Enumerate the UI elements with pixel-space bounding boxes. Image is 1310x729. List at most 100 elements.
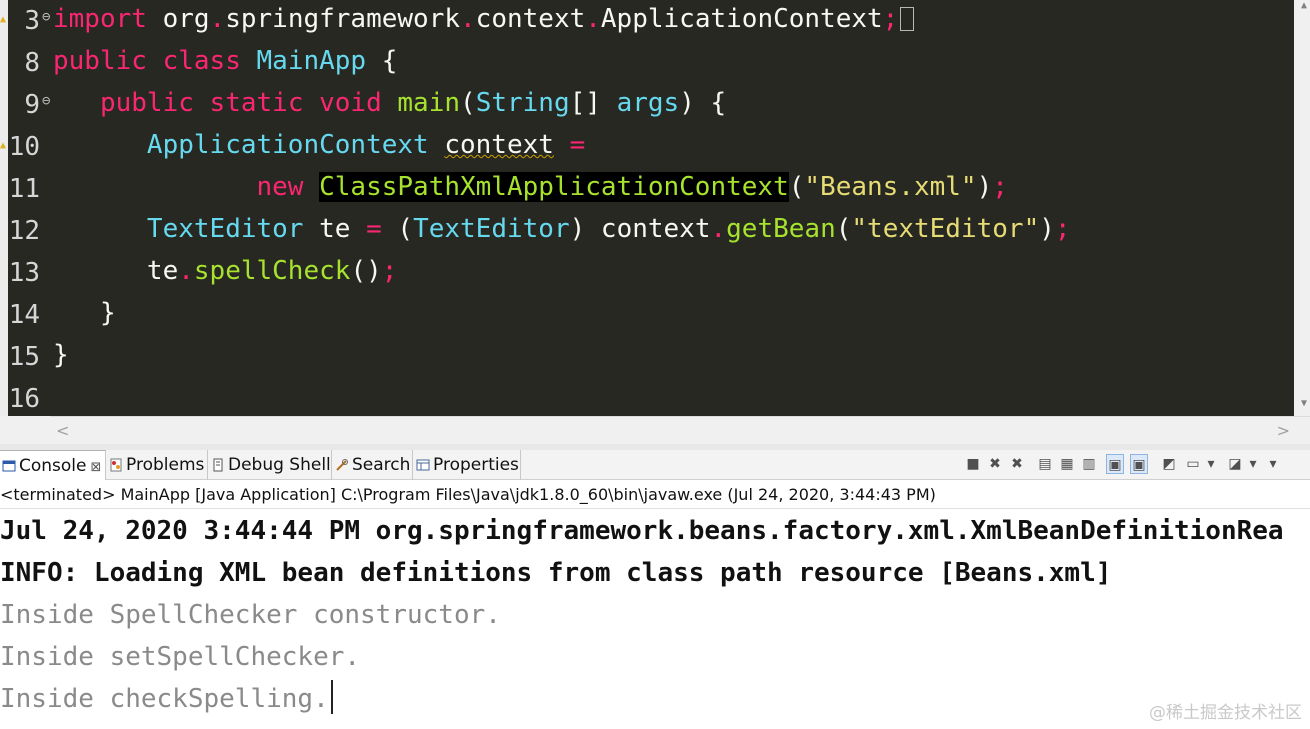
remove-all-terminated-icon[interactable]: ✖ — [1008, 454, 1026, 474]
code-token: TextEditor — [413, 214, 570, 244]
scrollbar-corner — [0, 416, 50, 444]
code-token: ) context — [569, 214, 711, 244]
scroll-up-icon[interactable]: ▲ — [1301, 0, 1307, 11]
code-token: MainApp — [256, 46, 367, 76]
display-dropdown-icon[interactable]: ▾ — [1202, 454, 1220, 474]
display-console-icon[interactable]: ▭ — [1184, 454, 1202, 474]
code-line: public static void main(String[] args) { — [53, 84, 726, 126]
code-token: ( — [381, 214, 414, 244]
tab-search[interactable]: Search — [333, 450, 413, 480]
terminate-icon[interactable]: ■ — [964, 454, 982, 474]
console-icon — [2, 453, 16, 472]
text-caret — [330, 680, 333, 714]
tab-debug-shell[interactable]: Debug Shell — [209, 450, 332, 480]
horizontal-scrollbar[interactable]: < > — [50, 416, 1310, 444]
fold-toggle-icon[interactable]: ⊖ — [42, 0, 50, 34]
console-line: Inside setSpellChecker. — [0, 642, 361, 672]
code-token: te — [53, 256, 179, 286]
line-number: 3 — [24, 6, 40, 36]
collapsed-import-marker[interactable] — [900, 7, 915, 31]
code-token: ( — [460, 88, 476, 118]
show-on-stderr-icon[interactable]: ▣ — [1130, 454, 1148, 474]
debug-shell-icon — [211, 452, 225, 472]
close-icon[interactable]: ⊠ — [91, 460, 102, 475]
tab-properties[interactable]: Properties — [414, 450, 521, 480]
tab-console[interactable]: Console ⊠ — [0, 450, 106, 480]
code-token: ) — [1039, 214, 1055, 244]
code-token: . — [460, 4, 476, 34]
vertical-scrollbar[interactable]: ▲ ▼ — [1294, 0, 1310, 416]
warning-icon[interactable]: ▲ — [0, 136, 6, 156]
code-token: ClassPathXmlApplicationContext — [319, 172, 789, 202]
console-line: Inside SpellChecker constructor. — [0, 600, 501, 630]
tab-search-label: Search — [352, 455, 411, 475]
line-number: 10 — [8, 132, 40, 162]
code-token: . — [585, 4, 601, 34]
line-number: 13 — [8, 258, 40, 288]
pin-console-icon[interactable]: ◩ — [1160, 454, 1178, 474]
search-icon — [335, 452, 349, 471]
code-line: te.spellCheck(); — [53, 252, 398, 294]
fold-toggle-icon[interactable]: ⊖ — [42, 84, 50, 118]
scroll-left-icon[interactable]: < — [56, 421, 69, 440]
code-editor[interactable]: 3 ⊖ ▲ 8 9 ⊖ 10 ▲ 11 12 13 14 15 16 import org.springf… — [0, 0, 1310, 416]
code-line: public class MainApp { — [53, 42, 397, 84]
word-wrap-icon[interactable]: ▥ — [1080, 454, 1098, 474]
code-token: static — [209, 88, 304, 118]
console-output[interactable]: Jul 24, 2020 3:44:44 PM org.springframew… — [0, 510, 1310, 729]
code-line: new ClassPathXmlApplicationContext("Bean… — [53, 168, 1008, 210]
code-line: ApplicationContext context = — [53, 126, 585, 168]
scroll-right-icon[interactable]: > — [1277, 421, 1290, 440]
code-token: public — [99, 88, 194, 118]
open-console-dropdown-icon[interactable]: ▾ — [1244, 454, 1262, 474]
code-token: . — [710, 214, 727, 244]
code-area[interactable]: import org.springframework.context.Appli… — [53, 0, 1294, 416]
code-token: ; — [381, 256, 398, 286]
console-toolbar: ■ ✖ ✖ ▤ ▦ ▥ ▣ ▣ ◩ ▭ ▾ ◪ ▾ ▾ — [964, 454, 1284, 476]
watermark: @稀土掘金技术社区 — [1149, 703, 1302, 723]
line-number: 11 — [8, 174, 40, 204]
code-token: ) { — [679, 88, 727, 118]
warning-icon[interactable]: ▲ — [0, 10, 6, 30]
code-token: te — [303, 214, 367, 244]
remove-launch-icon[interactable]: ✖ — [986, 454, 1004, 474]
open-console-icon[interactable]: ◪ — [1226, 454, 1244, 474]
code-token: org — [146, 4, 210, 34]
clear-console-icon[interactable]: ▤ — [1036, 454, 1054, 474]
code-token: new — [256, 172, 304, 202]
show-on-stdout-icon[interactable]: ▣ — [1106, 454, 1124, 474]
tab-problems[interactable]: Problems — [107, 450, 208, 480]
code-line: } — [53, 336, 69, 378]
code-token: TextEditor — [146, 214, 304, 244]
view-tab-bar: Console ⊠ Problems Debug Shell Search Pro… — [0, 450, 1310, 480]
console-line: Jul 24, 2020 3:44:44 PM org.springframew… — [0, 516, 1284, 546]
console-line: Inside checkSpelling. — [0, 678, 333, 720]
tab-console-label: Console — [19, 456, 87, 476]
properties-icon — [416, 452, 430, 471]
code-token: } — [53, 340, 69, 370]
console-line: INFO: Loading XML bean definitions from … — [0, 558, 1112, 588]
line-number: 16 — [8, 384, 40, 414]
line-number-gutter: 3 ⊖ ▲ 8 9 ⊖ 10 ▲ 11 12 13 14 15 16 — [0, 0, 50, 416]
view-menu-icon[interactable]: ▾ — [1264, 454, 1282, 474]
tab-problems-label: Problems — [126, 455, 205, 475]
code-token: { — [366, 46, 398, 76]
scroll-down-icon[interactable]: ▼ — [1301, 398, 1307, 409]
code-token: . — [178, 256, 194, 286]
code-token: ( — [835, 214, 852, 244]
scroll-lock-icon[interactable]: ▦ — [1058, 454, 1076, 474]
code-token: . — [209, 4, 226, 34]
code-token: String — [475, 88, 570, 118]
code-token: ( — [788, 172, 805, 202]
code-token: springframework — [225, 4, 461, 34]
code-token: ApplicationContext — [146, 130, 429, 160]
